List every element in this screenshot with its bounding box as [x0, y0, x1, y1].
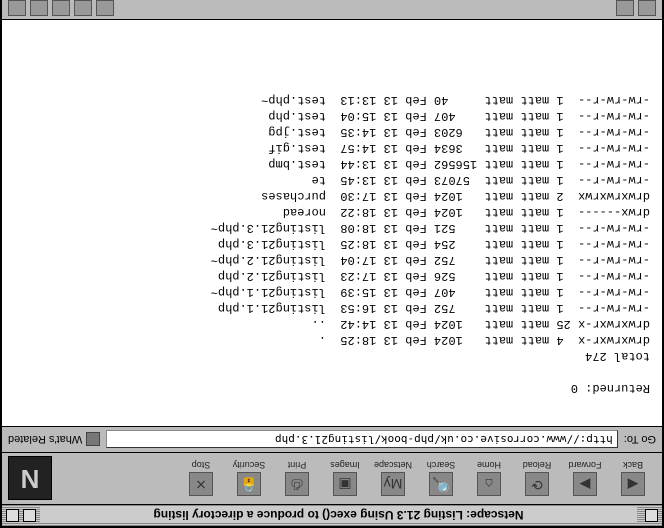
- security-button[interactable]: 🔒 Security: [226, 457, 272, 501]
- search-button[interactable]: 🔍 Search: [418, 457, 464, 501]
- print-icon: ⎙: [285, 473, 309, 497]
- back-icon: ◀: [621, 473, 645, 497]
- related-icon: [86, 433, 100, 447]
- images-label: Images: [330, 461, 360, 471]
- window-titlebar: Netscape: Listing 21.3 Using exec() to p…: [2, 504, 662, 526]
- home-button[interactable]: ⌂ Home: [466, 457, 512, 501]
- search-label: Search: [427, 461, 456, 471]
- print-label: Print: [288, 461, 307, 471]
- stop-label: Stop: [192, 461, 211, 471]
- status-ab-icon[interactable]: [52, 1, 70, 17]
- url-input[interactable]: [106, 431, 618, 449]
- images-icon: ▣: [333, 473, 357, 497]
- back-button[interactable]: ◀ Back: [610, 457, 656, 501]
- forward-icon: ▶: [573, 473, 597, 497]
- window-zoom-button[interactable]: [23, 509, 36, 522]
- netscape-button[interactable]: My Netscape: [370, 457, 416, 501]
- forward-button[interactable]: ▶ Forward: [562, 457, 608, 501]
- home-icon: ⌂: [477, 473, 501, 497]
- status-mail-icon[interactable]: [96, 1, 114, 17]
- netscape-logo: N: [8, 457, 52, 501]
- window-title: Netscape: Listing 21.3 Using exec() to p…: [40, 508, 637, 524]
- print-button[interactable]: ⎙ Print: [274, 457, 320, 501]
- status-lock-icon: [638, 1, 656, 17]
- reload-button[interactable]: ⟳ Reload: [514, 457, 560, 501]
- goto-label: Go To:: [624, 434, 656, 446]
- home-label: Home: [477, 461, 501, 471]
- security-label: Security: [233, 461, 266, 471]
- status-progress-icon: [616, 1, 634, 17]
- window-collapse-button[interactable]: [6, 509, 19, 522]
- main-toolbar: ◀ Back ▶ Forward ⟳ Reload ⌂ Home 🔍 Searc…: [2, 452, 662, 504]
- window-close-button[interactable]: [645, 509, 658, 522]
- stop-button[interactable]: ⨯ Stop: [178, 457, 224, 501]
- page-content: Returned: 0 total 274 drwxrwxr-x 4 matt …: [2, 20, 662, 426]
- status-bar: [2, 0, 662, 20]
- location-bar: Go To: What's Related: [2, 426, 662, 452]
- related-label: What's Related: [8, 434, 82, 446]
- whats-related-button[interactable]: What's Related: [8, 433, 100, 447]
- status-cal-icon[interactable]: [8, 1, 26, 17]
- stop-icon: ⨯: [189, 473, 213, 497]
- status-news-icon[interactable]: [74, 1, 92, 17]
- lock-icon: 🔒: [237, 473, 261, 497]
- images-button[interactable]: ▣ Images: [322, 457, 368, 501]
- netscape-label: Netscape: [374, 461, 412, 471]
- netscape-icon: My: [381, 473, 405, 497]
- search-icon: 🔍: [429, 473, 453, 497]
- back-label: Back: [623, 461, 643, 471]
- reload-label: Reload: [523, 461, 552, 471]
- status-comp-icon[interactable]: [30, 1, 48, 17]
- reload-icon: ⟳: [525, 473, 549, 497]
- forward-label: Forward: [569, 461, 602, 471]
